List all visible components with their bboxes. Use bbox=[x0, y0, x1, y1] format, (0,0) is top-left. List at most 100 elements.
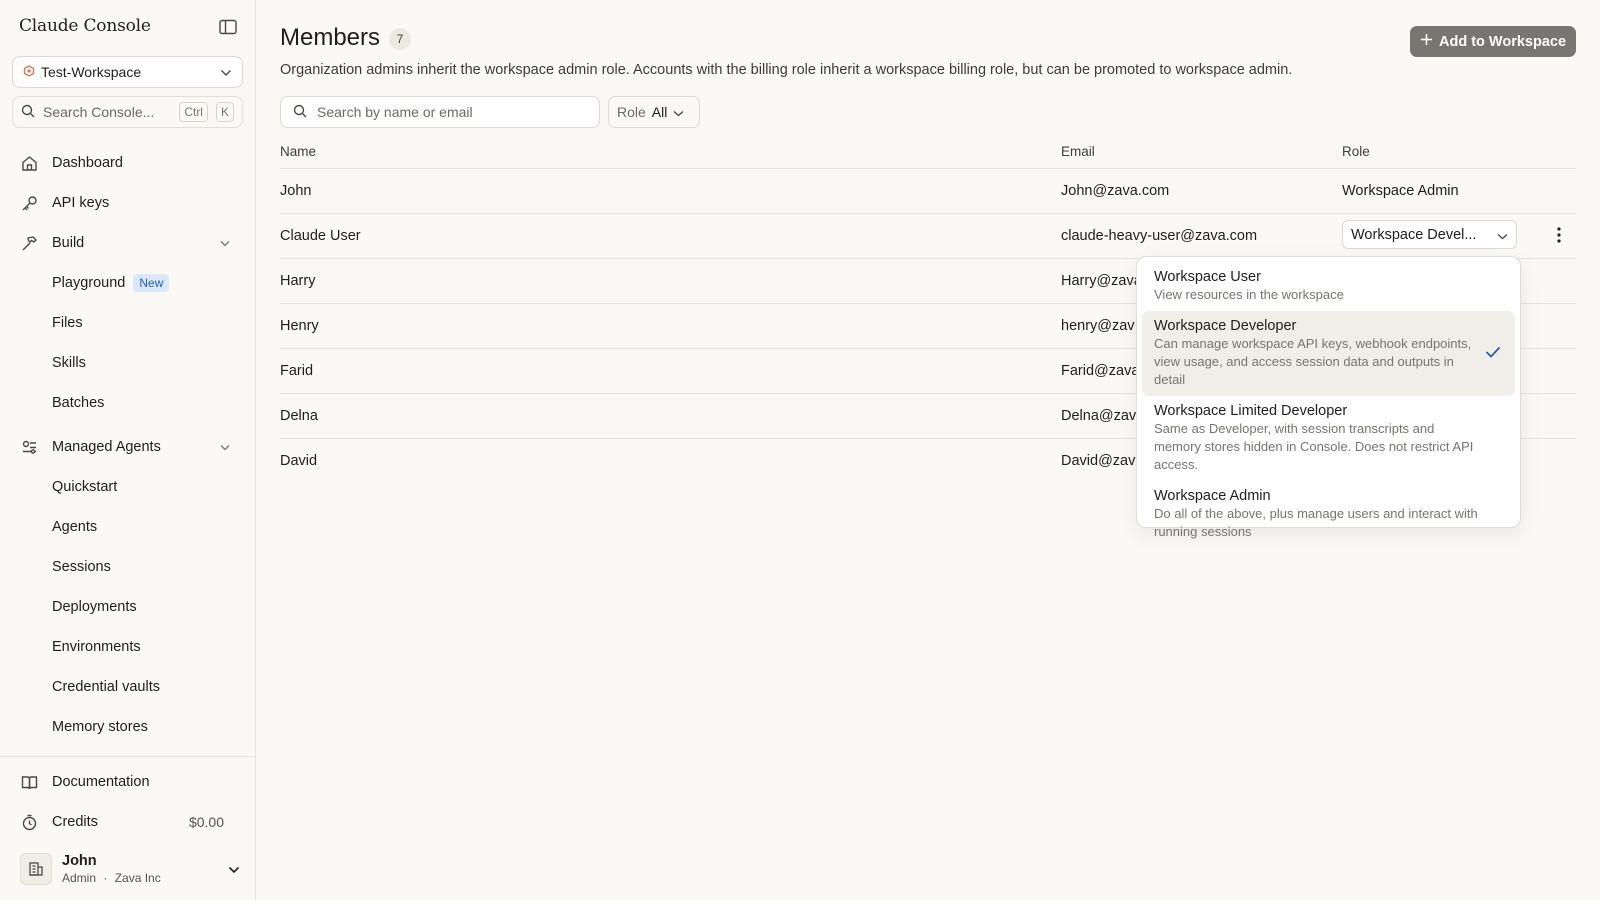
user-menu[interactable]: John Admin · Zava Inc bbox=[20, 849, 240, 889]
member-name: David bbox=[280, 453, 318, 469]
nav-credits-label: Credits bbox=[52, 814, 98, 830]
member-email: henry@zav bbox=[1061, 318, 1135, 334]
workspace-icon bbox=[23, 64, 35, 80]
chevron-down-icon bbox=[673, 104, 684, 120]
sidebar-divider bbox=[0, 756, 256, 757]
chevron-down-icon bbox=[228, 861, 240, 877]
member-name: Farid bbox=[280, 363, 314, 379]
nav-memory-stores[interactable]: Memory stores bbox=[52, 713, 148, 741]
search-icon bbox=[21, 104, 35, 121]
role-option-workspace-developer[interactable]: Workspace Developer Can manage workspace… bbox=[1142, 311, 1515, 396]
member-name: Claude User bbox=[280, 228, 361, 244]
role-option-title: Workspace Developer bbox=[1154, 318, 1297, 334]
member-name: Delna bbox=[280, 408, 318, 424]
nav-dashboard[interactable]: Dashboard bbox=[12, 147, 244, 179]
app-title: Claude Console bbox=[19, 16, 151, 36]
role-option-description: Same as Developer, with session transcri… bbox=[1154, 421, 1474, 472]
page-title: Members bbox=[280, 24, 381, 51]
member-email: John@zava.com bbox=[1061, 183, 1170, 199]
role-dropdown-menu: Workspace User View resources in the wor… bbox=[1136, 256, 1521, 539]
page-subtitle: Organization admins inherit the workspac… bbox=[280, 62, 1293, 78]
nav-files[interactable]: Files bbox=[52, 309, 83, 337]
member-role-select[interactable]: Workspace Devel... bbox=[1342, 220, 1517, 249]
key-icon bbox=[20, 194, 38, 212]
member-search-placeholder: Search by name or email bbox=[317, 104, 473, 120]
nav-managed-agents[interactable]: Managed Agents bbox=[12, 431, 244, 463]
sidebar: Claude Console Test-Workspace Search Con… bbox=[0, 0, 256, 900]
nav-build[interactable]: Build bbox=[12, 227, 244, 259]
role-option-description: Do all of the above, plus manage users a… bbox=[1154, 506, 1478, 539]
nav-quickstart[interactable]: Quickstart bbox=[52, 473, 117, 501]
nav-playground-label: Playground bbox=[52, 275, 126, 291]
nav-managed-agents-label: Managed Agents bbox=[52, 439, 161, 455]
table-row: Claude User claude-heavy-user@zava.com W… bbox=[280, 214, 1576, 259]
column-header-role: Role bbox=[1342, 144, 1370, 159]
role-option-workspace-limited-developer[interactable]: Workspace Limited Developer Same as Deve… bbox=[1142, 396, 1515, 481]
member-search-input[interactable]: Search by name or email bbox=[280, 96, 600, 128]
role-option-workspace-user[interactable]: Workspace User View resources in the wor… bbox=[1142, 262, 1515, 311]
new-badge: New bbox=[133, 274, 170, 292]
column-header-email: Email bbox=[1061, 144, 1095, 159]
console-search-input[interactable]: Search Console... Ctrl K bbox=[12, 96, 243, 128]
nav-agents[interactable]: Agents bbox=[52, 513, 97, 541]
nav-environments[interactable]: Environments bbox=[52, 633, 141, 661]
member-name: John bbox=[280, 183, 312, 199]
role-filter-select[interactable]: Role All bbox=[608, 96, 700, 128]
book-icon bbox=[20, 773, 38, 791]
nav-credits[interactable]: Credits $0.00 bbox=[12, 806, 244, 838]
table-row: John John@zava.com Workspace Admin bbox=[280, 169, 1576, 214]
row-more-options-icon[interactable] bbox=[1549, 224, 1569, 246]
checkmark-icon bbox=[1485, 345, 1501, 361]
role-option-title: Workspace Admin bbox=[1154, 488, 1271, 504]
member-role: Workspace Admin bbox=[1342, 183, 1459, 199]
role-option-title: Workspace Limited Developer bbox=[1154, 403, 1348, 419]
nav-dashboard-label: Dashboard bbox=[52, 155, 123, 171]
role-filter-label: Role bbox=[617, 104, 646, 120]
chevron-down-icon bbox=[220, 439, 230, 455]
chevron-down-icon bbox=[220, 235, 230, 251]
workspace-selector[interactable]: Test-Workspace bbox=[12, 56, 243, 88]
member-email: Harry@zava bbox=[1061, 273, 1142, 289]
user-org: Zava Inc bbox=[114, 871, 161, 885]
chevron-down-icon bbox=[220, 64, 232, 80]
nav-api-keys-label: API keys bbox=[52, 195, 110, 211]
nav-api-keys[interactable]: API keys bbox=[12, 187, 244, 219]
agents-icon bbox=[20, 438, 38, 456]
nav-deployments[interactable]: Deployments bbox=[52, 593, 137, 621]
user-name: John bbox=[62, 853, 97, 869]
role-option-workspace-admin[interactable]: Workspace Admin Do all of the above, plu… bbox=[1142, 481, 1515, 548]
shortcut-k: K bbox=[215, 102, 234, 122]
member-email: claude-heavy-user@zava.com bbox=[1061, 228, 1258, 244]
member-name: Henry bbox=[280, 318, 319, 334]
credits-icon bbox=[20, 813, 38, 831]
shortcut-ctrl: Ctrl bbox=[179, 102, 208, 122]
user-role: Admin bbox=[62, 871, 97, 885]
search-icon bbox=[293, 104, 307, 121]
column-header-name: Name bbox=[280, 144, 317, 159]
hammer-icon bbox=[20, 234, 38, 252]
search-placeholder: Search Console... bbox=[43, 104, 155, 120]
role-option-description: View resources in the workspace bbox=[1154, 287, 1344, 302]
nav-sessions[interactable]: Sessions bbox=[52, 553, 111, 581]
home-icon bbox=[20, 154, 38, 172]
nav-credential-vaults[interactable]: Credential vaults bbox=[52, 673, 160, 701]
user-subtitle: Admin · Zava Inc bbox=[62, 871, 218, 885]
nav-documentation[interactable]: Documentation bbox=[12, 766, 244, 798]
nav-documentation-label: Documentation bbox=[52, 774, 150, 790]
member-count-badge: 7 bbox=[389, 28, 411, 50]
sidebar-toggle-icon[interactable] bbox=[218, 17, 238, 37]
credits-value: $0.00 bbox=[188, 814, 224, 830]
member-name: Harry bbox=[280, 273, 316, 289]
role-option-title: Workspace User bbox=[1154, 269, 1261, 285]
member-email: Delna@zav bbox=[1061, 408, 1137, 424]
role-filter-value: All bbox=[651, 104, 668, 120]
nav-skills[interactable]: Skills bbox=[52, 349, 86, 377]
nav-playground[interactable]: Playground New bbox=[52, 269, 170, 297]
add-to-workspace-button[interactable]: Add to Workspace bbox=[1410, 26, 1576, 57]
role-option-description: Can manage workspace API keys, webhook e… bbox=[1154, 336, 1472, 387]
member-email: Farid@zava bbox=[1061, 363, 1140, 379]
nav-build-label: Build bbox=[52, 235, 85, 251]
nav-batches[interactable]: Batches bbox=[52, 389, 104, 417]
workspace-name: Test-Workspace bbox=[41, 64, 142, 80]
chevron-down-icon bbox=[1497, 227, 1508, 243]
